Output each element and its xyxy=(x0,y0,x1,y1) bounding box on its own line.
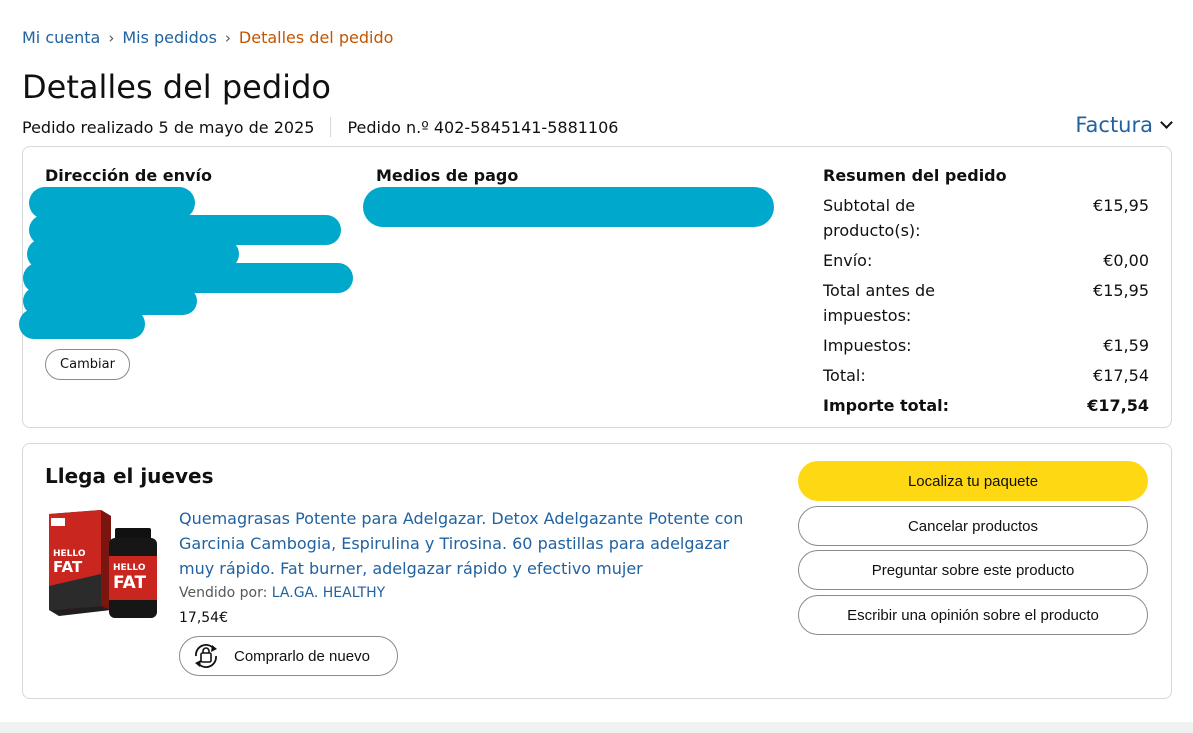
delivery-status: Llega el jueves xyxy=(45,464,214,488)
summary-row-shipping: Envío: €0,00 xyxy=(823,248,1149,273)
order-summary-heading: Resumen del pedido xyxy=(823,166,1007,185)
summary-row-grand-total: Importe total: €17,54 xyxy=(823,393,1149,418)
chevron-down-icon xyxy=(1160,116,1173,129)
product-image-graphic: HELLO FAT HELLO FAT xyxy=(49,510,157,618)
summary-value: €17,54 xyxy=(1087,396,1149,415)
page-footer-strip xyxy=(0,722,1193,733)
seller-prefix: Vendido por: xyxy=(179,585,268,601)
order-date: Pedido realizado 5 de mayo de 2025 xyxy=(22,117,315,137)
buy-again-button[interactable]: Comprarlo de nuevo xyxy=(179,636,398,676)
summary-value: €15,95 xyxy=(1093,281,1149,300)
summary-value: €15,95 xyxy=(1093,196,1149,215)
summary-row-total: Total: €17,54 xyxy=(823,363,1149,388)
seller-name-link[interactable]: LA.GA. HEALTHY xyxy=(272,585,385,601)
redacted-payment-method xyxy=(363,187,774,227)
summary-label: Importe total: xyxy=(823,396,949,415)
cancel-items-button[interactable]: Cancelar productos xyxy=(798,506,1148,546)
track-package-button[interactable]: Localiza tu paquete xyxy=(798,461,1148,501)
product-image[interactable]: HELLO FAT HELLO FAT xyxy=(45,506,161,622)
invoice-dropdown[interactable]: Factura xyxy=(1075,113,1173,137)
bottle-text-hello: HELLO xyxy=(113,563,146,573)
order-number: Pedido n.º 402-5845141-5881106 xyxy=(347,117,619,137)
breadcrumb-my-account[interactable]: Mi cuenta xyxy=(22,28,100,47)
summary-value: €17,54 xyxy=(1093,366,1149,385)
summary-value: €1,59 xyxy=(1103,336,1149,355)
summary-label: Total: xyxy=(823,366,866,385)
summary-label: Impuestos: xyxy=(823,336,912,355)
breadcrumb-my-orders[interactable]: Mis pedidos xyxy=(122,28,217,47)
product-image-text-fat: FAT xyxy=(53,558,83,576)
summary-value: €0,00 xyxy=(1103,251,1149,270)
breadcrumb-separator: › xyxy=(224,28,231,47)
summary-row-pretax: Total antes de impuestos: €15,95 xyxy=(823,278,1149,328)
buy-again-label: Comprarlo de nuevo xyxy=(234,647,370,665)
buy-again-icon xyxy=(190,640,222,672)
summary-label: Subtotal de producto(s): xyxy=(823,196,921,240)
breadcrumb-separator: › xyxy=(108,28,115,47)
breadcrumb: Mi cuenta › Mis pedidos › Detalles del p… xyxy=(22,28,393,47)
summary-row-subtotal: Subtotal de producto(s): €15,95 xyxy=(823,193,1149,243)
order-meta: Pedido realizado 5 de mayo de 2025 Pedid… xyxy=(22,117,618,137)
order-summary: Resumen del pedido Subtotal de producto(… xyxy=(823,165,1149,423)
summary-label: Envío: xyxy=(823,251,873,270)
order-info-card: Dirección de envío Cambiar Medios de pag… xyxy=(19,146,1172,428)
seller-info: Vendido por: LA.GA. HEALTHY xyxy=(179,585,385,601)
page-title: Detalles del pedido xyxy=(22,68,331,106)
change-address-button[interactable]: Cambiar xyxy=(45,349,130,380)
payment-method-heading: Medios de pago xyxy=(376,166,519,185)
invoice-label: Factura xyxy=(1075,113,1153,137)
product-price: 17,54€ xyxy=(179,610,228,626)
summary-label: Total antes de impuestos: xyxy=(823,281,935,325)
write-review-button[interactable]: Escribir una opinión sobre el producto xyxy=(798,595,1148,635)
ask-product-question-button[interactable]: Preguntar sobre este producto xyxy=(798,550,1148,590)
redaction-mark xyxy=(19,309,145,339)
meta-divider xyxy=(330,117,332,137)
summary-row-tax: Impuestos: €1,59 xyxy=(823,333,1149,358)
product-title-link[interactable]: Quemagrasas Potente para Adelgazar. Deto… xyxy=(179,506,769,581)
shipping-address-heading: Dirección de envío xyxy=(45,166,212,185)
shipment-card: Llega el jueves HELLO FAT HELLO FAT Quem… xyxy=(22,443,1172,699)
bottle-text-fat: FAT xyxy=(113,573,146,593)
breadcrumb-current: Detalles del pedido xyxy=(238,28,394,47)
